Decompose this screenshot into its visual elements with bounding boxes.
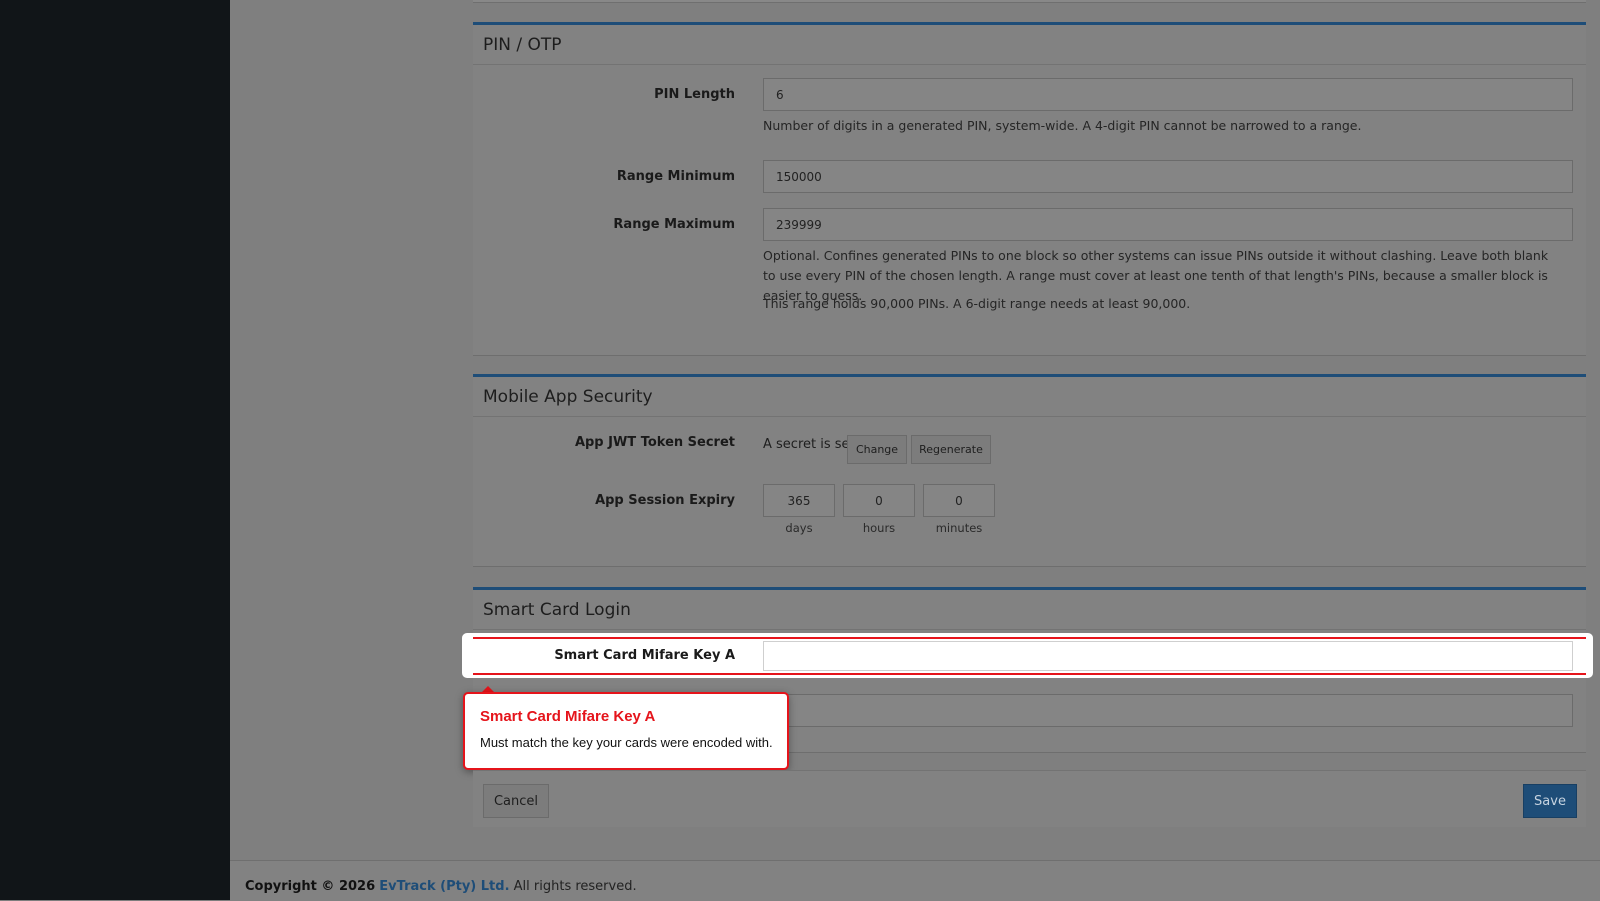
smart-card-key-a-input[interactable] [763,641,1573,671]
tooltip-text: Must match the key your cards were encod… [480,735,773,750]
change-secret-button[interactable]: Change [847,435,907,464]
range-maximum-input[interactable]: 239999 [763,208,1573,241]
footer-text: Copyright © 2026 EvTrack (Pty) Ltd. All … [245,879,637,894]
pin-otp-panel: PIN / OTP PIN Length 6 Number of digits … [473,22,1586,356]
panel-header: PIN / OTP [473,25,1586,65]
range-minimum-input[interactable]: 150000 [763,160,1573,193]
hours-unit-label: hours [862,521,896,535]
range-maximum-label: Range Maximum [613,217,735,232]
smart-card-key-a-label: Smart Card Mifare Key A [554,648,735,663]
smart-card-second-input[interactable] [763,694,1573,727]
session-minutes-input[interactable]: 0 [923,484,995,517]
range-status: This range holds 90,000 PINs. A 6-digit … [763,296,1191,311]
sidebar [0,0,230,900]
panel-header: Mobile App Security [473,377,1586,417]
form-actions-bar: Cancel Save [473,770,1586,827]
jwt-secret-status: A secret is set [763,437,855,452]
smart-card-key-a-row: Smart Card Mifare Key A [473,637,1586,675]
footer-copyright: Copyright © 2026 [245,879,376,894]
regenerate-secret-button[interactable]: Regenerate [911,435,991,464]
tooltip-title: Smart Card Mifare Key A [480,708,656,725]
pin-length-input[interactable]: 6 [763,78,1573,111]
minutes-unit-label: minutes [935,521,983,535]
days-unit-label: days [785,521,813,535]
footer: Copyright © 2026 EvTrack (Pty) Ltd. All … [230,860,1600,901]
mobile-app-security-panel: Mobile App Security App JWT Token Secret… [473,374,1586,567]
panel-title: PIN / OTP [483,34,562,55]
session-expiry-label: App Session Expiry [595,493,735,508]
pin-length-help: Number of digits in a generated PIN, sys… [763,118,1362,133]
session-days-input[interactable]: 365 [763,484,835,517]
save-button[interactable]: Save [1523,784,1577,818]
panel-header: Smart Card Login [473,590,1586,630]
company-link[interactable]: EvTrack (Pty) Ltd. [379,879,509,894]
panel-title: Smart Card Login [483,599,631,620]
footer-rights: All rights reserved. [513,879,637,894]
session-hours-input[interactable]: 0 [843,484,915,517]
jwt-secret-label: App JWT Token Secret [574,435,735,450]
cancel-button[interactable]: Cancel [483,784,549,818]
panel-title: Mobile App Security [483,386,653,407]
field-tooltip: Smart Card Mifare Key A Must match the k… [463,692,789,770]
range-minimum-label: Range Minimum [616,169,735,184]
pin-length-label: PIN Length [654,87,735,102]
previous-panel-edge [473,0,1586,3]
